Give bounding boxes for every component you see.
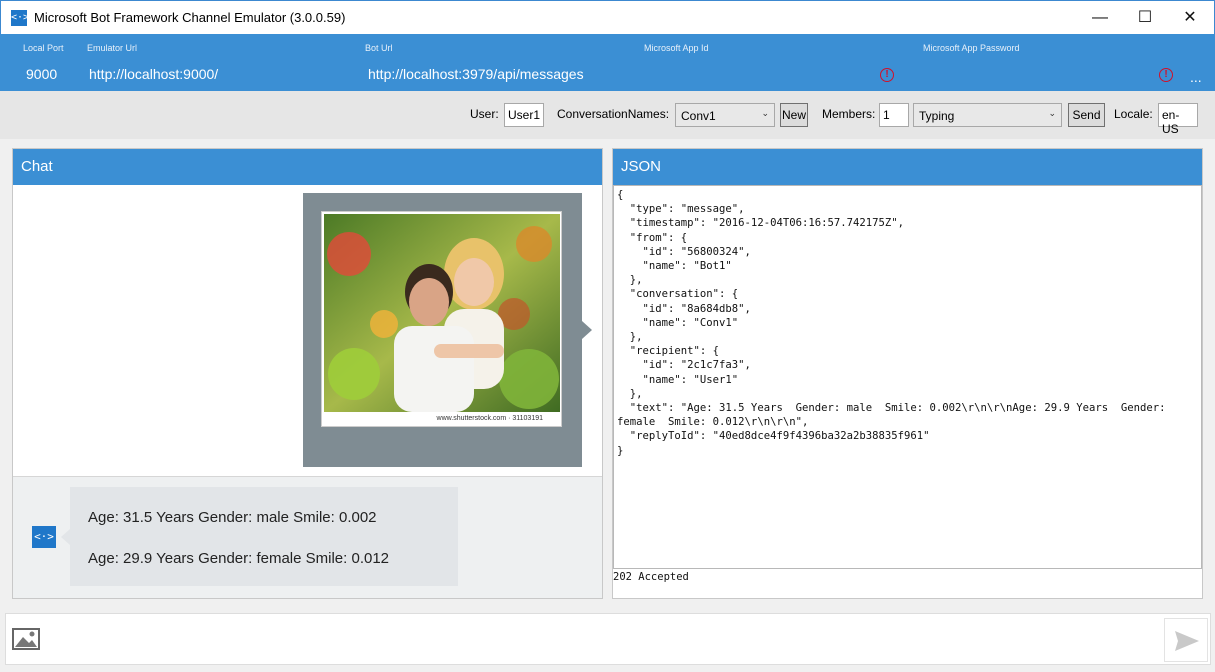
photo-caption: www.shutterstock.com · 31103191 (436, 415, 543, 422)
minimize-button[interactable]: — (1077, 1, 1123, 35)
send-icon[interactable] (1164, 618, 1208, 662)
chat-panel: Chat www.shutterstock.com · 31103191 <·>… (12, 148, 603, 599)
new-conversation-button[interactable]: New (780, 103, 808, 127)
emulator-url-label: Emulator Url (87, 43, 138, 53)
locale-label: Locale: (1114, 107, 1153, 121)
more-options-button[interactable]: ... (1190, 69, 1202, 85)
json-panel: JSON { "type": "message", "timestamp": "… (612, 148, 1203, 599)
message-pointer (61, 529, 70, 545)
endpoint-bar: Local Port 9000 Emulator Url http://loca… (0, 34, 1215, 91)
bot-emulator-icon: <·> (11, 10, 29, 26)
image-attachment-card[interactable]: www.shutterstock.com · 31103191 (303, 193, 582, 467)
local-port-label: Local Port (23, 43, 64, 53)
title-bar: <·> Microsoft Bot Framework Channel Emul… (0, 0, 1215, 34)
window-title: Microsoft Bot Framework Channel Emulator… (34, 10, 346, 25)
app-password-label: Microsoft App Password (923, 43, 1020, 53)
chevron-down-icon: ⌄ (1048, 108, 1056, 118)
app-id-label: Microsoft App Id (644, 43, 709, 53)
app-id-error-icon: ! (880, 68, 894, 82)
conversation-label: ConversationNames: (557, 107, 670, 121)
app-password-error-icon: ! (1159, 68, 1173, 82)
response-status: 202 Accepted (613, 571, 689, 583)
close-button[interactable]: ✕ (1167, 1, 1213, 35)
user-input[interactable]: User1 (504, 103, 544, 127)
chevron-down-icon: ⌄ (761, 108, 769, 118)
bot-avatar-icon: <·> (32, 526, 56, 548)
bot-url-field[interactable]: http://localhost:3979/api/messages (368, 66, 584, 82)
locale-input[interactable]: en-US (1158, 103, 1198, 136)
bot-message-bubble[interactable]: Age: 31.5 Years Gender: male Smile: 0.00… (70, 487, 458, 586)
json-header: JSON (613, 149, 1202, 185)
conversation-select[interactable]: Conv1 ⌄ (675, 103, 775, 127)
maximize-button[interactable]: ☐ (1122, 1, 1168, 35)
toolbar: User: User1 ConversationNames: Conv1 ⌄ N… (0, 91, 1215, 139)
members-input[interactable]: 1 (879, 103, 909, 127)
compose-bar (5, 613, 1211, 665)
bot-url-label: Bot Url (365, 43, 393, 53)
conversation-select-value: Conv1 (681, 109, 716, 123)
activity-type-select[interactable]: Typing ⌄ (913, 103, 1062, 127)
card-pointer (582, 321, 592, 339)
send-activity-button[interactable]: Send (1068, 103, 1105, 127)
json-content: { "type": "message", "timestamp": "2016-… (617, 189, 1166, 457)
message-line: Age: 31.5 Years Gender: male Smile: 0.00… (88, 509, 377, 526)
local-port-field[interactable]: 9000 (26, 66, 57, 82)
attachment-photo[interactable]: www.shutterstock.com · 31103191 (321, 211, 562, 427)
activity-type-value: Typing (919, 109, 955, 123)
chat-header: Chat (13, 149, 602, 185)
members-label: Members: (822, 107, 876, 121)
emulator-url-field[interactable]: http://localhost:9000/ (89, 66, 218, 82)
message-line: Age: 29.9 Years Gender: female Smile: 0.… (88, 550, 390, 567)
message-input[interactable] (52, 620, 1152, 660)
bot-message-row: <·> Age: 31.5 Years Gender: male Smile: … (13, 476, 602, 598)
user-label: User: (470, 107, 499, 121)
image-icon[interactable] (12, 628, 40, 655)
json-viewer[interactable]: { "type": "message", "timestamp": "2016-… (613, 185, 1202, 569)
photo-image (324, 214, 560, 412)
